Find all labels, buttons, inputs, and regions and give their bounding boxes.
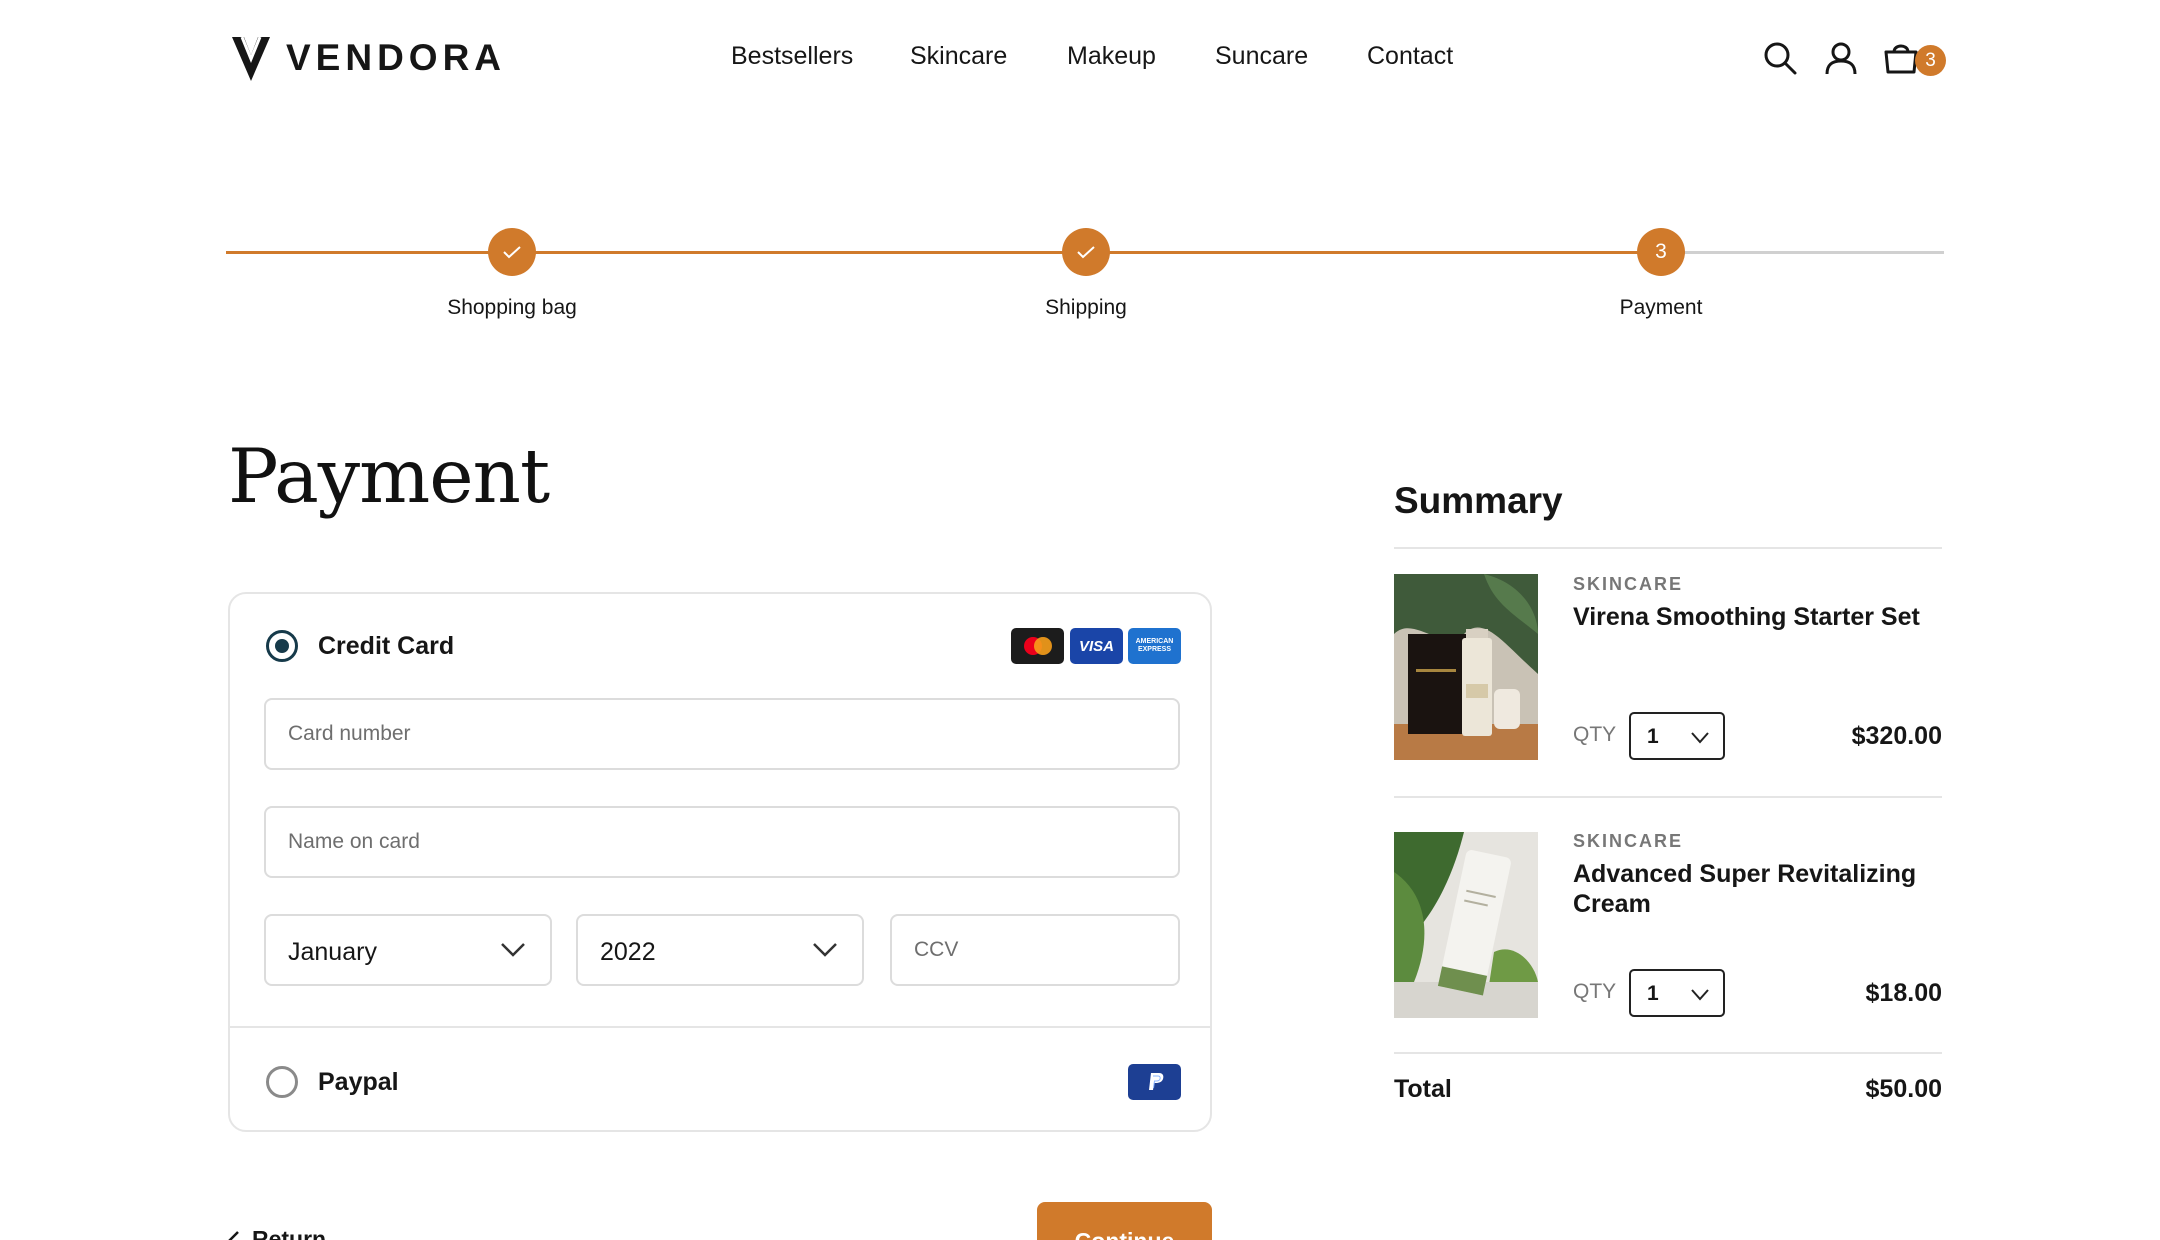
chevron-down-icon: [813, 943, 837, 957]
total-value: $50.00: [1865, 1075, 1942, 1103]
item-category: SKINCARE: [1573, 574, 1684, 594]
item-name[interactable]: Advanced Super Revitalizing Cream: [1573, 859, 1943, 919]
ccv-input[interactable]: [914, 916, 1156, 984]
paypal-label[interactable]: Paypal: [318, 1068, 399, 1097]
item-category: SKINCARE: [1573, 831, 1684, 851]
check-icon: [503, 246, 521, 259]
product-image-revitalizing-cream[interactable]: [1394, 832, 1538, 1018]
stepper-progress-line: [226, 251, 1661, 254]
stepper-remaining-line: [1661, 251, 1944, 254]
qty-select[interactable]: 1: [1629, 712, 1725, 760]
search-icon[interactable]: [1762, 40, 1798, 76]
nav-suncare[interactable]: Suncare: [1215, 42, 1308, 71]
chevron-down-icon: [1691, 732, 1709, 744]
item-price: $18.00: [1865, 979, 1942, 1007]
summary-divider: [1394, 1052, 1942, 1054]
total-label: Total: [1394, 1075, 1452, 1103]
page-title: Payment: [228, 432, 550, 520]
nav-bestsellers[interactable]: Bestsellers: [731, 42, 853, 71]
continue-button[interactable]: Continue: [1037, 1202, 1212, 1240]
paypal-logo: [1128, 1064, 1181, 1100]
expiry-month-select[interactable]: January: [264, 914, 552, 986]
return-link[interactable]: Return: [228, 1226, 326, 1240]
item-name[interactable]: Virena Smoothing Starter Set: [1573, 602, 1943, 632]
card-number-field[interactable]: [264, 698, 1180, 770]
chevron-down-icon: [1691, 989, 1709, 1001]
ccv-field[interactable]: [890, 914, 1180, 986]
qty-select[interactable]: 1: [1629, 969, 1725, 1017]
paypal-radio[interactable]: [266, 1066, 298, 1098]
qty-label: QTY: [1573, 723, 1617, 746]
expiry-year-select[interactable]: 2022: [576, 914, 864, 986]
nav-skincare[interactable]: Skincare: [910, 42, 1007, 71]
qty-value: 1: [1647, 725, 1659, 748]
cart-count-badge[interactable]: 3: [1915, 45, 1946, 76]
step-payment-label: Payment: [1619, 296, 1703, 319]
shopping-bag-icon[interactable]: [1883, 40, 1919, 76]
credit-card-radio[interactable]: [266, 630, 298, 662]
paypal-icon: [1148, 1073, 1163, 1090]
qty-value: 1: [1647, 982, 1659, 1005]
item-price: $320.00: [1851, 722, 1942, 750]
step-shopping-bag-dot[interactable]: [488, 228, 536, 276]
mastercard-logo: [1011, 628, 1064, 664]
expiry-month-value: January: [288, 938, 377, 966]
checkout-stepper: Shopping bag Shipping 3 Payment: [226, 226, 1944, 326]
summary-title: Summary: [1394, 480, 1563, 521]
chevron-down-icon: [501, 943, 525, 957]
step-shipping-label: Shipping: [1045, 296, 1127, 319]
summary-divider: [1394, 796, 1942, 798]
step-payment-dot: 3: [1637, 228, 1685, 276]
nav-makeup[interactable]: Makeup: [1067, 42, 1156, 71]
product-image-virena[interactable]: [1394, 574, 1538, 760]
credit-card-label[interactable]: Credit Card: [318, 632, 454, 661]
chevron-left-icon: [228, 1230, 239, 1240]
user-icon[interactable]: [1823, 40, 1859, 76]
payment-divider: [230, 1026, 1210, 1028]
site-header: VENDORA Bestsellers Skincare Makeup Sunc…: [0, 0, 2160, 122]
payment-methods-card: Credit Card VISA AMERICAN EXPRESS Januar…: [228, 592, 1212, 1132]
check-icon: [1077, 246, 1095, 259]
virena-set-image: [1394, 574, 1538, 760]
name-on-card-input[interactable]: [288, 808, 1156, 876]
card-number-input[interactable]: [288, 700, 1156, 768]
step-shopping-bag-label: Shopping bag: [447, 296, 577, 319]
qty-label: QTY: [1573, 980, 1617, 1003]
revitalizing-cream-image: [1394, 832, 1538, 1018]
name-on-card-field[interactable]: [264, 806, 1180, 878]
return-label: Return: [252, 1226, 327, 1240]
mastercard-icon: [1023, 637, 1052, 655]
amex-logo: AMERICAN EXPRESS: [1128, 628, 1181, 664]
nav-contact[interactable]: Contact: [1367, 42, 1453, 71]
summary-divider: [1394, 547, 1942, 549]
visa-logo: VISA: [1070, 628, 1123, 664]
expiry-year-value: 2022: [600, 938, 656, 966]
step-shipping-dot[interactable]: [1062, 228, 1110, 276]
